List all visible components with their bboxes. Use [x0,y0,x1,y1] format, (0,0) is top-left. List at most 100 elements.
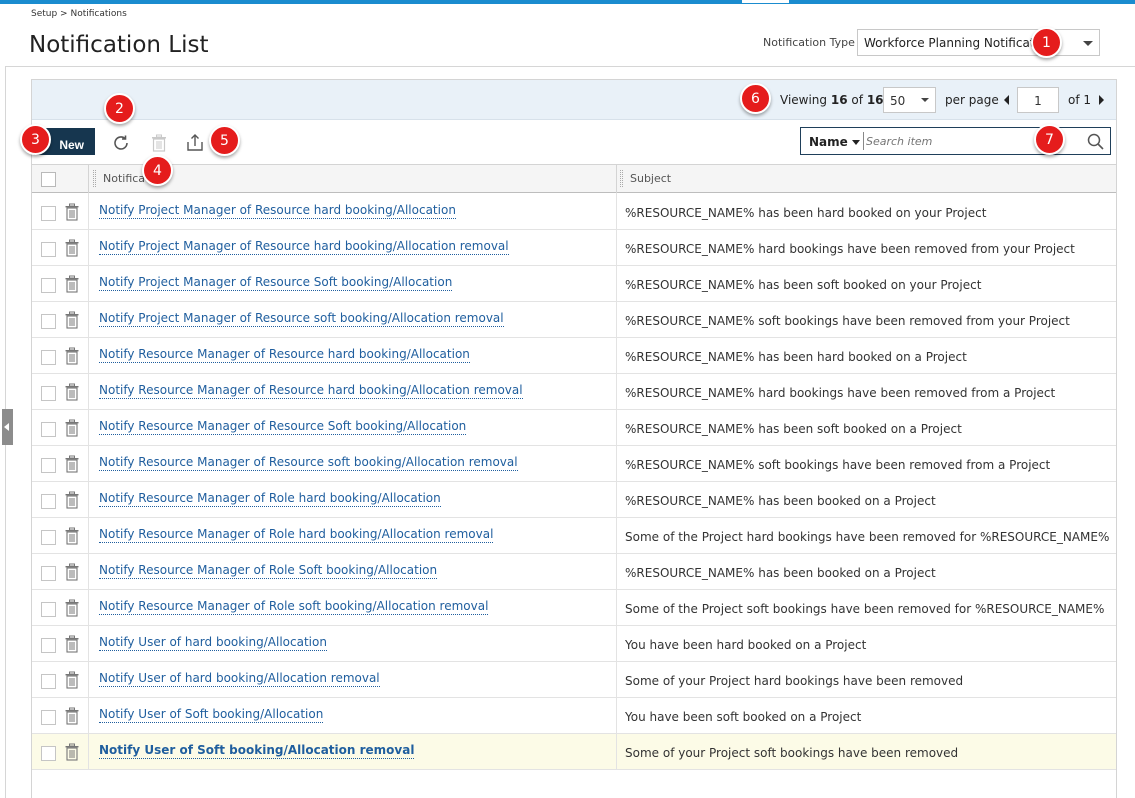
annotation-marker: 2 [104,93,135,124]
row-checkbox[interactable] [41,494,56,509]
trash-icon[interactable] [65,491,79,509]
table-row[interactable]: Notify Project Manager of Resource hard … [32,230,1116,266]
trash-icon[interactable] [65,383,79,401]
notification-subject: %RESOURCE_NAME% has been soft booked on … [625,422,962,436]
top-accent-bar [0,0,1135,4]
column-resize-handle[interactable] [620,170,623,187]
notification-type-select[interactable]: Workforce Planning Notifications [857,29,1100,56]
notification-name-link[interactable]: Notify Resource Manager of Role hard boo… [99,491,441,507]
table-row[interactable]: Notify Project Manager of Resource soft … [32,302,1116,338]
notification-name-link[interactable]: Notify Resource Manager of Resource hard… [99,383,523,399]
annotation-marker: 4 [142,155,173,186]
column-header-name[interactable]: Notifica [103,172,145,185]
notification-subject: %RESOURCE_NAME% has been soft booked on … [625,278,982,292]
notification-name-link[interactable]: Notify Project Manager of Resource hard … [99,239,509,255]
search-field-select[interactable]: Name [809,135,860,149]
notification-subject: %RESOURCE_NAME% soft bookings have been … [625,458,1051,472]
row-checkbox[interactable] [41,602,56,617]
table-row[interactable]: Notify Resource Manager of Role hard boo… [32,482,1116,518]
notification-subject: %RESOURCE_NAME% has been hard booked on … [625,350,967,364]
breadcrumb[interactable]: Setup > Notifications [31,9,127,19]
table-row[interactable]: Notify Resource Manager of Resource hard… [32,338,1116,374]
notification-name-link[interactable]: Notify Resource Manager of Role Soft boo… [99,563,438,579]
trash-icon[interactable] [65,563,79,581]
row-checkbox[interactable] [41,206,56,221]
trash-icon[interactable] [65,275,79,293]
notification-name-link[interactable]: Notify Resource Manager of Resource hard… [99,347,470,363]
row-checkbox[interactable] [41,638,56,653]
row-checkbox[interactable] [41,422,56,437]
row-checkbox[interactable] [41,386,56,401]
trash-icon[interactable] [65,527,79,545]
row-checkbox[interactable] [41,350,56,365]
row-checkbox[interactable] [41,566,56,581]
trash-icon[interactable] [65,707,79,725]
table-row[interactable]: Notify User of hard booking/Allocation Yo… [32,626,1116,662]
trash-icon[interactable] [65,635,79,653]
page-title: Notification List [29,32,209,58]
row-checkbox[interactable] [41,710,56,725]
table-row[interactable]: Notify Resource Manager of Role hard boo… [32,518,1116,554]
notification-name-link[interactable]: Notify Project Manager of Resource soft … [99,311,504,327]
table-row[interactable]: Notify Project Manager of Resource Soft … [32,266,1116,302]
notification-name-link[interactable]: Notify User of hard booking/Allocation r… [99,671,380,687]
notification-name-link[interactable]: Notify User of hard booking/Allocation [99,635,327,651]
select-all-checkbox[interactable] [41,172,56,187]
table-row[interactable]: Notify User of Soft booking/Allocation r… [32,734,1116,770]
table-row[interactable]: Notify User of hard booking/Allocation r… [32,662,1116,698]
table-row[interactable]: Notify Resource Manager of Role soft boo… [32,590,1116,626]
table-row[interactable]: Notify User of Soft booking/Allocation Yo… [32,698,1116,734]
row-checkbox[interactable] [41,242,56,257]
export-icon[interactable] [184,132,206,154]
per-page-value: 50 [890,94,906,108]
table-row[interactable]: Notify Resource Manager of Resource soft… [32,446,1116,482]
page-number-input[interactable]: 1 [1017,87,1059,113]
per-page-select[interactable]: 50 [883,87,936,113]
row-checkbox[interactable] [41,278,56,293]
row-checkbox[interactable] [41,674,56,689]
trash-icon[interactable] [65,455,79,473]
table-row[interactable]: Notify Resource Manager of Role Soft boo… [32,554,1116,590]
notification-subject: %RESOURCE_NAME% soft bookings have been … [625,314,1070,328]
notification-subject: Some of your Project soft bookings have … [625,746,959,760]
trash-icon[interactable] [65,239,79,257]
table-row[interactable]: Notify Resource Manager of Resource hard… [32,374,1116,410]
trash-icon[interactable] [65,311,79,329]
notification-name-link[interactable]: Notify Resource Manager of Resource Soft… [99,419,467,435]
row-checkbox[interactable] [41,458,56,473]
table-row[interactable]: Notify Project Manager of Resource hard … [32,194,1116,230]
notification-subject: Some of the Project soft bookings have b… [625,602,1105,616]
refresh-icon[interactable] [110,132,132,154]
trash-icon[interactable] [65,347,79,365]
row-checkbox[interactable] [41,746,56,761]
table-row[interactable]: Notify Resource Manager of Resource Soft… [32,410,1116,446]
notification-name-link[interactable]: Notify Project Manager of Resource hard … [99,203,456,219]
notification-name-link[interactable]: Notify Resource Manager of Role soft boo… [99,599,489,615]
notification-name-link[interactable]: Notify Resource Manager of Role hard boo… [99,527,494,543]
annotation-marker: 5 [209,125,240,156]
previous-page-icon[interactable] [1004,95,1009,105]
annotation-marker: 6 [740,83,771,114]
trash-icon[interactable] [65,203,79,221]
sidebar-collapse-handle[interactable] [2,409,13,445]
trash-icon[interactable] [148,132,170,154]
notification-name-link[interactable]: Notify User of Soft booking/Allocation r… [99,743,415,759]
notification-name-link[interactable]: Notify Resource Manager of Resource soft… [99,455,518,471]
row-checkbox[interactable] [41,530,56,545]
notification-name-link[interactable]: Notify Project Manager of Resource Soft … [99,275,453,291]
column-header-subject[interactable]: Subject [630,172,671,185]
notification-subject: %RESOURCE_NAME% has been hard booked on … [625,206,987,220]
notification-subject: %RESOURCE_NAME% hard bookings have been … [625,242,1075,256]
next-page-icon[interactable] [1099,95,1104,105]
column-resize-handle[interactable] [93,170,96,187]
column-divider [616,165,617,193]
trash-icon[interactable] [65,599,79,617]
search-icon[interactable] [1086,132,1106,152]
trash-icon[interactable] [65,671,79,689]
notification-name-link[interactable]: Notify User of Soft booking/Allocation [99,707,324,723]
viewing-count: 16 [830,93,848,107]
row-checkbox[interactable] [41,314,56,329]
trash-icon[interactable] [65,743,79,761]
trash-icon[interactable] [65,419,79,437]
search-input[interactable] [863,132,1063,150]
